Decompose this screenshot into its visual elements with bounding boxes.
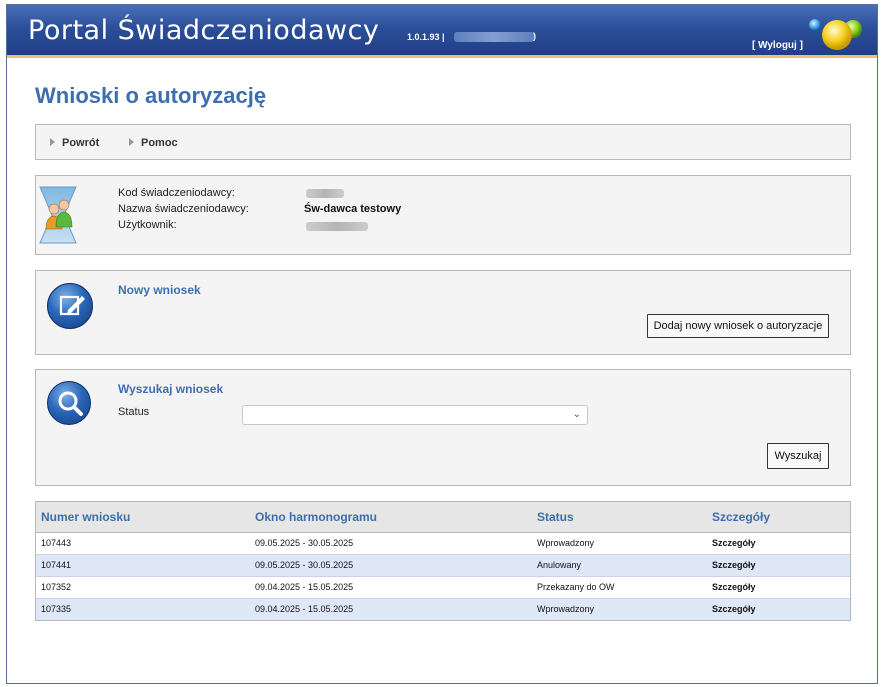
col-details: Szczegóły xyxy=(707,502,850,533)
user-label: Użytkownik: xyxy=(118,219,177,231)
cell-window: 09.04.2025 - 15.05.2025 xyxy=(250,597,532,620)
help-link[interactable]: Pomoc xyxy=(129,137,178,149)
new-request-title: Nowy wniosek xyxy=(118,283,201,297)
cell-number: 107441 xyxy=(36,553,250,576)
add-request-button[interactable]: Dodaj nowy wniosek o autoryzacje xyxy=(647,314,829,338)
redacted-provider-code xyxy=(306,189,344,198)
arrow-right-icon xyxy=(50,138,55,146)
app-window: Portal Świadczeniodawcy 1.0.1.93 | ) [ W… xyxy=(6,4,878,684)
new-request-panel: Nowy wniosek Dodaj nowy wniosek o autory… xyxy=(35,270,851,355)
app-title: Portal Świadczeniodawcy xyxy=(28,15,380,46)
details-link[interactable]: Szczegóły xyxy=(707,597,850,620)
cell-status: Anulowany xyxy=(532,553,707,576)
cell-window: 09.05.2025 - 30.05.2025 xyxy=(250,531,532,554)
table-row: 107441 09.05.2025 - 30.05.2025 Anulowany… xyxy=(36,553,850,576)
chevron-down-icon: ⌄ xyxy=(572,409,581,420)
provider-name-value: Św-dawca testowy xyxy=(304,203,402,215)
col-number: Numer wniosku xyxy=(36,502,250,533)
provider-info-panel: Kod świadczeniodawcy: Nazwa świadczeniod… xyxy=(35,175,851,255)
arrow-right-icon xyxy=(129,138,134,146)
status-label: Status xyxy=(118,406,150,418)
search-button[interactable]: Wyszukaj xyxy=(767,443,829,469)
users-icon xyxy=(39,186,77,244)
nav-panel: Powrót Pomoc xyxy=(35,124,851,160)
col-status: Status xyxy=(532,502,707,533)
header-bar: Portal Świadczeniodawcy 1.0.1.93 | ) [ W… xyxy=(7,5,877,58)
redacted-user-info xyxy=(454,32,534,42)
redacted-user-name xyxy=(306,222,368,231)
provider-code-label: Kod świadczeniodawcy: xyxy=(118,187,235,199)
cell-number: 107335 xyxy=(36,597,250,620)
details-link[interactable]: Szczegóły xyxy=(707,553,850,576)
results-table: Numer wniosku Okno harmonogramu Status S… xyxy=(35,501,851,621)
back-label: Powrót xyxy=(62,137,100,149)
cell-number: 107352 xyxy=(36,575,250,598)
details-link[interactable]: Szczegóły xyxy=(707,575,850,598)
edit-icon xyxy=(47,283,93,329)
back-link[interactable]: Powrót xyxy=(50,137,99,149)
status-select[interactable]: ⌄ xyxy=(242,405,588,425)
search-title: Wyszukaj wniosek xyxy=(118,382,224,396)
help-label: Pomoc xyxy=(141,137,178,149)
table-row: 107352 09.04.2025 - 15.05.2025 Przekazan… xyxy=(36,575,850,598)
logout-link[interactable]: [ Wyloguj ] xyxy=(752,40,803,51)
provider-name-label: Nazwa świadczeniodawcy: xyxy=(118,203,249,215)
table-row: 107335 09.04.2025 - 15.05.2025 Wprowadzo… xyxy=(36,597,850,620)
page-title: Wnioski o autoryzację xyxy=(35,83,267,108)
search-panel: Wyszukaj wniosek Status ⌄ Wyszukaj xyxy=(35,369,851,486)
cell-status: Przekazany do OW xyxy=(532,575,707,598)
cell-number: 107443 xyxy=(36,531,250,554)
cell-status: Wprowadzony xyxy=(532,597,707,620)
details-link[interactable]: Szczegóły xyxy=(707,531,850,554)
table-row: 107443 09.05.2025 - 30.05.2025 Wprowadzo… xyxy=(36,531,850,554)
cell-status: Wprowadzony xyxy=(532,531,707,554)
cell-window: 09.05.2025 - 30.05.2025 xyxy=(250,553,532,576)
cell-window: 09.04.2025 - 15.05.2025 xyxy=(250,575,532,598)
version-label: 1.0.1.93 | xyxy=(407,32,445,42)
search-icon xyxy=(47,381,91,425)
col-window: Okno harmonogramu xyxy=(250,502,532,533)
logo-balls-icon xyxy=(809,19,862,50)
table-header-row: Numer wniosku Okno harmonogramu Status S… xyxy=(36,502,850,533)
version-paren: ) xyxy=(533,31,536,41)
